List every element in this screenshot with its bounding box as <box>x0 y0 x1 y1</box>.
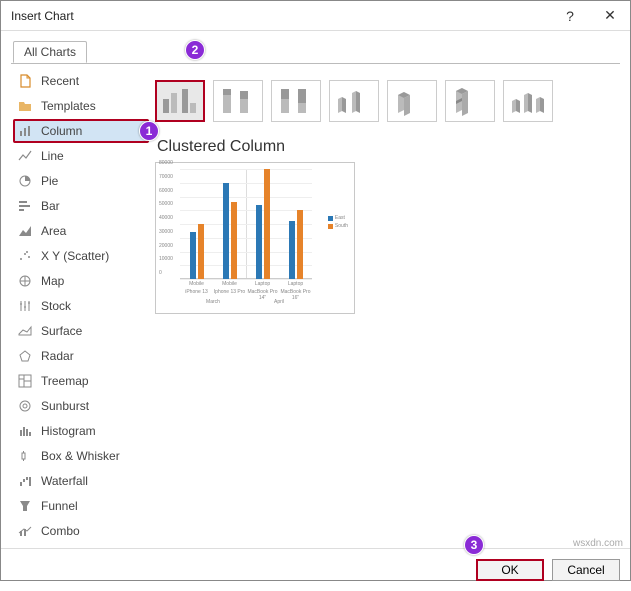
sidebar-item-treemap[interactable]: Treemap <box>13 369 149 393</box>
bar-chart-icon <box>17 198 33 214</box>
histogram-chart-icon <box>17 423 33 439</box>
watermark: wsxdn.com <box>573 538 623 549</box>
annotation-badge-2: 2 <box>185 40 205 60</box>
chart-subtype-row <box>155 74 616 128</box>
sidebar-item-label: Histogram <box>41 424 96 438</box>
pie-chart-icon <box>17 173 33 189</box>
box-whisker-icon <box>17 448 33 464</box>
subtype-3d-100-stacked-column[interactable] <box>445 80 495 122</box>
subtype-3d-clustered-column[interactable] <box>329 80 379 122</box>
area-chart-icon <box>17 223 33 239</box>
sidebar-item-label: Area <box>41 224 66 238</box>
panels: Recent Templates Column Line Pie <box>11 63 620 548</box>
button-row: 3 OK Cancel <box>1 548 630 591</box>
insert-chart-dialog: Insert Chart ? ✕ All Charts Recent Templ… <box>0 0 631 581</box>
sidebar-item-label: Recent <box>41 74 79 88</box>
recent-icon <box>17 73 33 89</box>
sidebar-item-label: Column <box>41 124 82 138</box>
chart-main-area: 2 <box>151 64 620 548</box>
sidebar-item-scatter[interactable]: X Y (Scatter) <box>13 244 149 268</box>
sidebar-item-label: Funnel <box>41 499 78 513</box>
subtype-3d-column[interactable] <box>503 80 553 122</box>
sidebar-item-label: Sunburst <box>41 399 89 413</box>
close-button[interactable]: ✕ <box>590 1 630 31</box>
sidebar-item-pie[interactable]: Pie <box>13 169 149 193</box>
sidebar-item-templates[interactable]: Templates <box>13 94 149 118</box>
annotation-badge-3: 3 <box>464 535 484 555</box>
sidebar-item-label: Bar <box>41 199 60 213</box>
funnel-chart-icon <box>17 498 33 514</box>
stock-chart-icon <box>17 298 33 314</box>
column-chart-icon <box>17 123 33 139</box>
sidebar-item-label: Stock <box>41 299 71 313</box>
cancel-button[interactable]: Cancel <box>552 559 620 581</box>
sidebar-item-label: Treemap <box>41 374 89 388</box>
sidebar-item-label: Box & Whisker <box>41 449 120 463</box>
sidebar-item-label: Surface <box>41 324 82 338</box>
tab-strip: All Charts <box>11 41 620 63</box>
sidebar-item-area[interactable]: Area <box>13 219 149 243</box>
sidebar-item-map[interactable]: Map <box>13 269 149 293</box>
chart-preview[interactable]: East South 01000020000300004000050000600… <box>155 162 355 314</box>
annotation-badge-1: 1 <box>139 121 159 141</box>
combo-chart-icon <box>17 523 33 539</box>
subtype-clustered-column[interactable] <box>155 80 205 122</box>
subtype-stacked-column[interactable] <box>213 80 263 122</box>
sidebar-item-funnel[interactable]: Funnel <box>13 494 149 518</box>
waterfall-chart-icon <box>17 473 33 489</box>
folder-icon <box>17 98 33 114</box>
sidebar-item-label: X Y (Scatter) <box>41 249 109 263</box>
sidebar-item-label: Map <box>41 274 64 288</box>
sidebar-item-label: Line <box>41 149 64 163</box>
subtype-100-stacked-column[interactable] <box>271 80 321 122</box>
sidebar-item-box-whisker[interactable]: Box & Whisker <box>13 444 149 468</box>
scatter-chart-icon <box>17 248 33 264</box>
sidebar-item-histogram[interactable]: Histogram <box>13 419 149 443</box>
sidebar-item-line[interactable]: Line <box>13 144 149 168</box>
treemap-chart-icon <box>17 373 33 389</box>
sidebar-item-label: Combo <box>41 524 80 538</box>
sidebar-item-label: Waterfall <box>41 474 88 488</box>
map-chart-icon <box>17 273 33 289</box>
sidebar-item-sunburst[interactable]: Sunburst <box>13 394 149 418</box>
sidebar-item-waterfall[interactable]: Waterfall <box>13 469 149 493</box>
sidebar-item-column[interactable]: Column <box>13 119 149 143</box>
chart-plot-area <box>180 169 312 279</box>
dialog-title: Insert Chart <box>1 9 550 23</box>
sunburst-chart-icon <box>17 398 33 414</box>
sidebar-item-radar[interactable]: Radar <box>13 344 149 368</box>
sidebar-item-label: Radar <box>41 349 74 363</box>
sidebar-item-recent[interactable]: Recent <box>13 69 149 93</box>
titlebar: Insert Chart ? ✕ <box>1 1 630 31</box>
preview-title: Clustered Column <box>157 138 616 156</box>
line-chart-icon <box>17 148 33 164</box>
sidebar-item-surface[interactable]: Surface <box>13 319 149 343</box>
chart-category-sidebar: Recent Templates Column Line Pie <box>11 64 151 548</box>
radar-chart-icon <box>17 348 33 364</box>
sidebar-item-combo[interactable]: Combo <box>13 519 149 543</box>
subtype-3d-stacked-column[interactable] <box>387 80 437 122</box>
sidebar-item-stock[interactable]: Stock <box>13 294 149 318</box>
sidebar-item-bar[interactable]: Bar <box>13 194 149 218</box>
ok-button[interactable]: OK <box>476 559 544 581</box>
sidebar-item-label: Pie <box>41 174 58 188</box>
surface-chart-icon <box>17 323 33 339</box>
dialog-body: All Charts Recent Templates Column <box>1 31 630 548</box>
chart-legend: East South <box>328 215 348 231</box>
help-button[interactable]: ? <box>550 1 590 31</box>
sidebar-item-label: Templates <box>41 99 96 113</box>
tab-all-charts[interactable]: All Charts <box>13 41 87 63</box>
